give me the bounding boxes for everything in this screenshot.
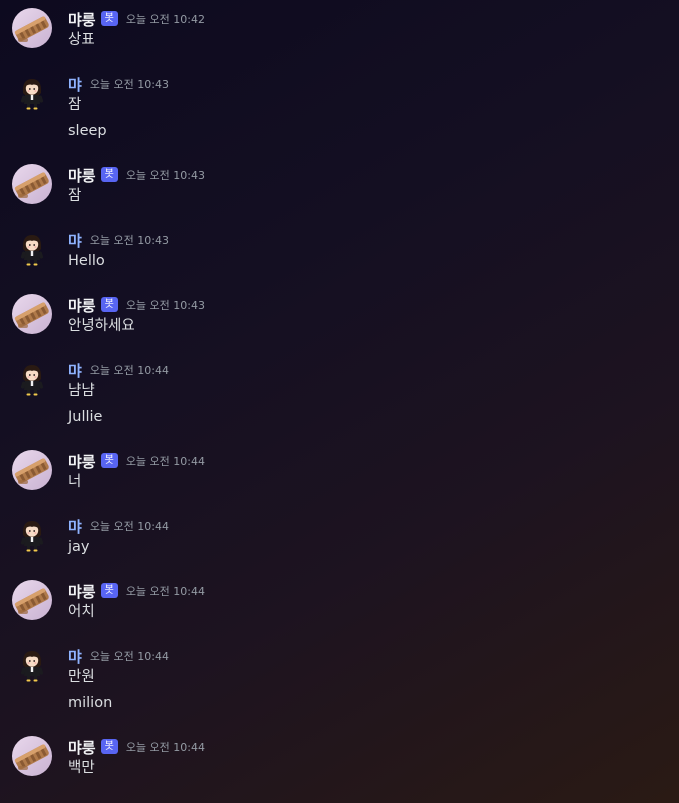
message-header: 먀 오늘 오전 10:43 — [68, 229, 169, 251]
chat-message: 먀 오늘 오전 10:43 잠 sleep — [0, 73, 679, 145]
message-text: 상표 — [68, 32, 95, 48]
message-text: 너 — [68, 474, 82, 490]
chat-message: 먀룽 봇 오늘 오전 10:44 백만 — [0, 736, 679, 782]
author-name[interactable]: 먀 — [68, 230, 82, 251]
chat-message: 먀룽 봇 오늘 오전 10:43 잠 — [0, 164, 679, 210]
bot-avatar[interactable] — [12, 294, 52, 334]
message-header: 먀룽 봇 오늘 오전 10:43 — [68, 294, 205, 316]
bot-avatar[interactable] — [12, 450, 52, 490]
chat-message: 먀룽 봇 오늘 오전 10:42 상표 — [0, 8, 679, 54]
author-name[interactable]: 먀룽 — [68, 295, 96, 316]
bot-badge: 봇 — [100, 738, 118, 754]
message-text: 잠 — [68, 188, 82, 204]
bot-badge: 봇 — [100, 166, 118, 182]
message-text: milion — [68, 695, 113, 711]
message-timestamp: 오늘 오전 10:43 — [125, 169, 205, 182]
author-name[interactable]: 먀 — [68, 360, 82, 381]
message-timestamp: 오늘 오전 10:43 — [125, 299, 205, 312]
user-avatar[interactable] — [12, 229, 52, 269]
message-timestamp: 오늘 오전 10:43 — [89, 234, 169, 247]
bot-avatar[interactable] — [12, 580, 52, 620]
author-name[interactable]: 먀 — [68, 516, 82, 537]
author-name[interactable]: 먀룽 — [68, 581, 96, 602]
message-timestamp: 오늘 오전 10:44 — [89, 520, 169, 533]
message-timestamp: 오늘 오전 10:44 — [125, 585, 205, 598]
message-text: jay — [68, 539, 90, 555]
chat-message: 먀룽 봇 오늘 오전 10:44 어치 — [0, 580, 679, 626]
author-name[interactable]: 먀 — [68, 646, 82, 667]
user-avatar[interactable] — [12, 73, 52, 113]
message-text: 어치 — [68, 604, 95, 620]
message-timestamp: 오늘 오전 10:43 — [89, 78, 169, 91]
chat-message: 먀 오늘 오전 10:44 냠냠 Jullie — [0, 359, 679, 431]
message-text: Hello — [68, 253, 105, 269]
message-header: 먀룽 봇 오늘 오전 10:43 — [68, 164, 205, 186]
message-header: 먀 오늘 오전 10:44 — [68, 645, 169, 667]
author-name[interactable]: 먀룽 — [68, 165, 96, 186]
author-name[interactable]: 먀룽 — [68, 9, 96, 30]
message-text: Jullie — [68, 409, 103, 425]
message-header: 먀룽 봇 오늘 오전 10:44 — [68, 736, 205, 758]
message-text: 백만 — [68, 760, 95, 776]
bot-badge: 봇 — [100, 582, 118, 598]
message-timestamp: 오늘 오전 10:44 — [125, 741, 205, 754]
author-name[interactable]: 먀룽 — [68, 737, 96, 758]
message-header: 먀룽 봇 오늘 오전 10:42 — [68, 8, 205, 30]
chat-message: 먀 오늘 오전 10:43 Hello — [0, 229, 679, 275]
message-header: 먀 오늘 오전 10:43 — [68, 73, 169, 95]
chat-message: 먀 오늘 오전 10:44 만원 milion — [0, 645, 679, 717]
message-timestamp: 오늘 오전 10:44 — [89, 650, 169, 663]
message-text: 냠냠 — [68, 383, 95, 399]
message-text: sleep — [68, 123, 107, 139]
message-header: 먀 오늘 오전 10:44 — [68, 359, 169, 381]
message-header: 먀룽 봇 오늘 오전 10:44 — [68, 580, 205, 602]
user-avatar[interactable] — [12, 645, 52, 685]
bot-badge: 봇 — [100, 10, 118, 26]
bot-badge: 봇 — [100, 296, 118, 312]
bot-avatar[interactable] — [12, 164, 52, 204]
message-text: 안녕하세요 — [68, 318, 135, 334]
message-header: 먀 오늘 오전 10:44 — [68, 515, 169, 537]
bot-badge: 봇 — [100, 452, 118, 468]
author-name[interactable]: 먀 — [68, 74, 82, 95]
message-timestamp: 오늘 오전 10:42 — [125, 13, 205, 26]
user-avatar[interactable] — [12, 359, 52, 399]
chat-message-list: 먀룽 봇 오늘 오전 10:42 상표 먀 오늘 오전 10:43 잠 sleep 먀룽 봇 오늘 … — [0, 0, 679, 803]
chat-message: 먀룽 봇 오늘 오전 10:44 너 — [0, 450, 679, 496]
message-timestamp: 오늘 오전 10:44 — [89, 364, 169, 377]
message-text: 잠 — [68, 97, 82, 113]
author-name[interactable]: 먀룽 — [68, 451, 96, 472]
bot-avatar[interactable] — [12, 736, 52, 776]
message-timestamp: 오늘 오전 10:44 — [125, 455, 205, 468]
chat-message: 먀 오늘 오전 10:44 jay — [0, 515, 679, 561]
chat-message: 먀룽 봇 오늘 오전 10:43 안녕하세요 — [0, 294, 679, 340]
user-avatar[interactable] — [12, 515, 52, 555]
message-text: 만원 — [68, 669, 95, 685]
bot-avatar[interactable] — [12, 8, 52, 48]
message-header: 먀룽 봇 오늘 오전 10:44 — [68, 450, 205, 472]
